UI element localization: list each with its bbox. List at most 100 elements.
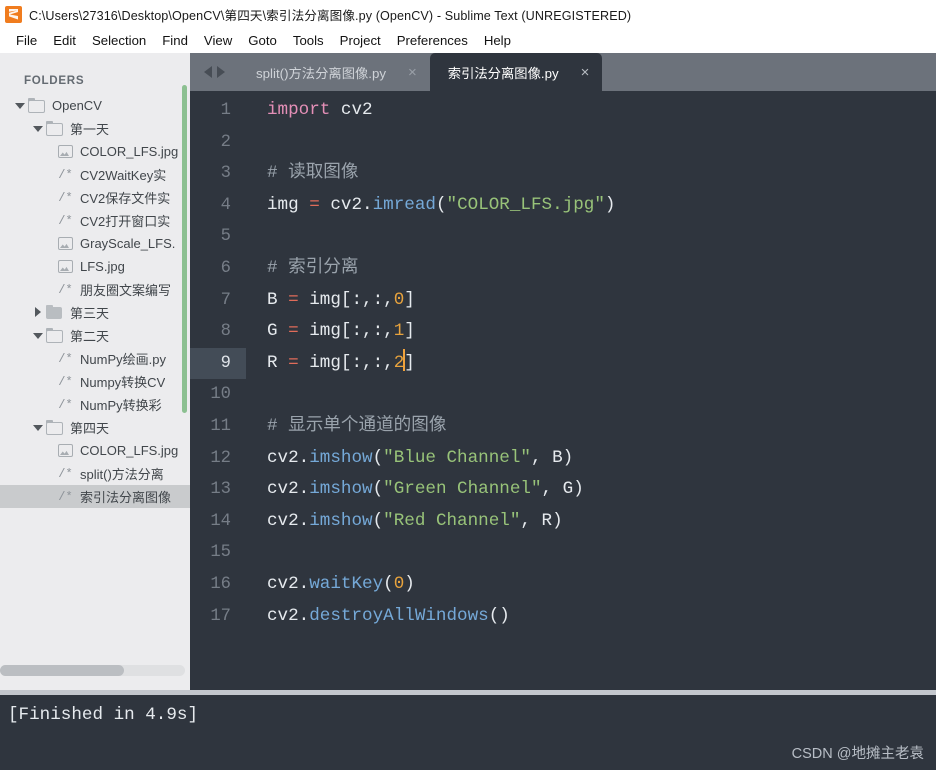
build-output-panel[interactable]: [Finished in 4.9s] CSDN @地摊主老袁 [0,695,936,770]
code-token: = [288,289,299,310]
tree-folder-row[interactable]: 第一天 [0,117,190,140]
code-file-icon: /* [58,190,73,205]
code-token: img [267,194,310,215]
menu-item-find[interactable]: Find [154,31,196,50]
chevron-down-icon[interactable] [32,330,43,341]
code-line[interactable]: 17 cv2.destroyAllWindows() [190,601,936,633]
code-token: cv2. [267,479,310,500]
code-token: ( [372,447,384,468]
code-token: img[:,:, [298,352,394,373]
tree-item-label: OpenCV [52,98,102,113]
tab-close-icon[interactable]: × [581,65,590,80]
code-line[interactable]: 3 # 读取图像 [190,158,936,190]
code-line[interactable]: 7 B = img[:,:,0] [190,285,936,317]
code-file-icon: /* [58,374,73,389]
code-line[interactable]: 16 cv2.waitKey(0) [190,569,936,601]
tree-file-row[interactable]: COLOR_LFS.jpg [0,439,190,462]
chevron-down-icon[interactable] [32,123,43,134]
tree-file-row[interactable]: /* CV2保存文件实 [0,186,190,209]
menu-item-file[interactable]: File [8,31,45,50]
code-token: cv2. [267,573,310,594]
image-file-icon [58,260,73,273]
code-line-text: import cv2 [246,95,373,127]
code-line-text: # 索引分离 [246,253,359,285]
arrow-right-icon[interactable] [216,66,225,78]
menu-item-preferences[interactable]: Preferences [389,31,476,50]
code-line[interactable]: 9R = img[:,:,2] [190,347,936,380]
menu-item-edit[interactable]: Edit [45,31,84,50]
sidebar-vertical-scrollbar[interactable] [182,85,187,413]
code-line[interactable]: 15 [190,537,936,569]
line-number: 17 [210,606,231,626]
menu-item-goto[interactable]: Goto [240,31,285,50]
arrow-left-icon[interactable] [203,66,212,78]
code-token: ) [404,573,415,594]
code-line[interactable]: 1 import cv2 [190,95,936,127]
title-bar: C:\Users\27316\Desktop\OpenCV\第四天\索引法分离图… [0,0,936,28]
tree-item-label: GrayScale_LFS. [80,236,176,251]
code-line[interactable]: 4 img = cv2.imread("COLOR_LFS.jpg") [190,190,936,222]
code-line[interactable]: 10 [190,379,936,411]
menu-item-selection[interactable]: Selection [84,31,154,50]
chevron-down-icon[interactable] [14,100,25,111]
editor-tab[interactable]: split()方法分离图像.py × [238,53,430,91]
code-token: cv2 [340,100,373,120]
code-line[interactable]: 6 # 索引分离 [190,253,936,285]
sidebar-horizontal-scrollbar[interactable] [0,665,185,676]
tree-folder-row[interactable]: 第四天 [0,416,190,439]
editor-column: split()方法分离图像.py × 索引法分离图像.py × 1 import cv2… [190,53,936,690]
line-number: 16 [210,574,231,594]
tree-file-row[interactable]: /* CV2打开窗口实 [0,209,190,232]
code-line-text: cv2.waitKey(0) [246,569,415,601]
tree-item-label: 第二天 [70,329,110,344]
menu-item-project[interactable]: Project [332,31,389,50]
code-line[interactable]: 13 cv2.imshow("Green Channel", G) [190,474,936,506]
sublime-text-logo-icon [5,5,22,23]
tab-close-icon[interactable]: × [408,65,417,80]
folder-tree: OpenCV 第一天 COLOR_LFS.jpg /* CV2WaitKey实 /* CV2… [0,94,190,508]
tree-folder-row[interactable]: 第二天 [0,324,190,347]
line-number: 6 [220,258,231,278]
code-line[interactable]: 11 # 显示单个通道的图像 [190,411,936,443]
code-line[interactable]: 2 [190,127,936,159]
code-line[interactable]: 8 G = img[:,:,1] [190,316,936,348]
code-editor[interactable]: 1 import cv2 2 3 # 读取图像 4 img = cv2.imread("CO… [190,91,936,690]
menu-item-help[interactable]: Help [476,31,519,50]
tree-file-row[interactable]: LFS.jpg [0,255,190,278]
tab-list: split()方法分离图像.py × 索引法分离图像.py × [238,53,603,91]
tree-file-row[interactable]: /* split()方法分离 [0,462,190,485]
tree-file-row[interactable]: /* 索引法分离图像 [0,485,190,508]
line-number: 13 [210,480,231,500]
menu-item-view[interactable]: View [196,31,240,50]
tree-file-row[interactable]: GrayScale_LFS. [0,232,190,255]
tab-nav-arrows[interactable] [190,53,238,91]
tree-item-label: 第三天 [70,306,110,321]
tree-file-row[interactable]: /* NumPy转换彩 [0,393,190,416]
code-line[interactable]: 5 [190,221,936,253]
editor-tab[interactable]: 索引法分离图像.py × [429,53,603,91]
menu-item-tools[interactable]: Tools [285,31,332,50]
tree-file-row[interactable]: /* NumPy绘画.py [0,347,190,370]
tree-file-row[interactable]: /* CV2WaitKey实 [0,163,190,186]
chevron-right-icon[interactable] [32,307,43,318]
tree-file-row[interactable]: /* Numpy转换CV [0,370,190,393]
code-token: cv2. [267,447,310,468]
code-line-text: R = img[:,:,2] [246,348,415,380]
line-number: 14 [210,511,231,531]
tree-folder-row[interactable]: OpenCV [0,94,190,117]
image-file-icon [58,237,73,250]
code-token: import [267,100,331,120]
code-line[interactable]: 14 cv2.imshow("Red Channel", R) [190,506,936,538]
code-token: = [309,194,320,215]
chevron-down-icon[interactable] [32,422,43,433]
tree-folder-row[interactable]: 第三天 [0,301,190,324]
tree-item-label: CV2保存文件实 [80,191,171,206]
tree-file-row[interactable]: /* 朋友圈文案编写 [0,278,190,301]
code-line-text: cv2.imshow("Red Channel", R) [246,506,563,538]
code-file-icon: /* [58,167,73,182]
code-token: ( [372,479,384,500]
tree-file-row[interactable]: COLOR_LFS.jpg [0,140,190,163]
code-line[interactable]: 12 cv2.imshow("Blue Channel", B) [190,443,936,475]
code-token: img[:,:, [298,289,394,310]
code-token: imshow [309,447,373,468]
